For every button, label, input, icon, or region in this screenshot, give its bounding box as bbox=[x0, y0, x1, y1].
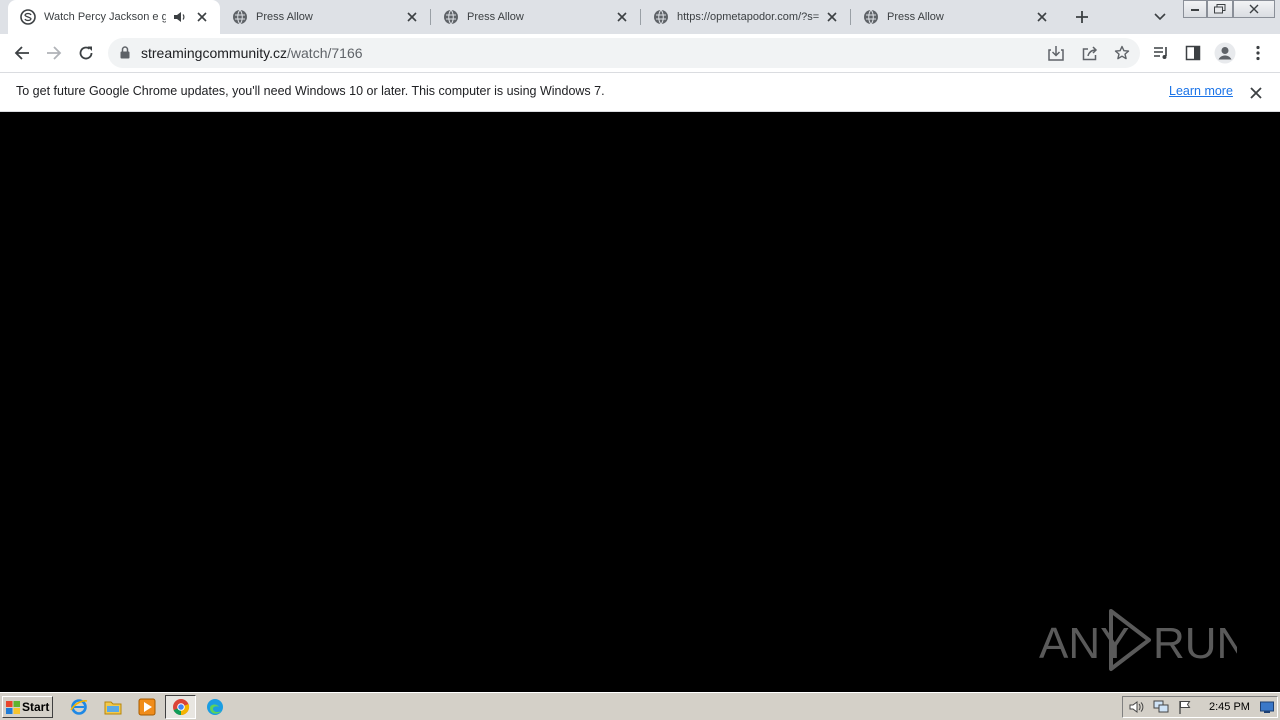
clock[interactable]: 2:45 PM bbox=[1209, 701, 1250, 713]
reload-button[interactable] bbox=[74, 41, 98, 65]
globe-icon bbox=[653, 9, 669, 25]
windows-logo-icon bbox=[6, 700, 20, 714]
tab-strip: Watch Percy Jackson e gli Press Allow Pr… bbox=[0, 0, 1280, 34]
browser-toolbar: streamingcommunity.cz/watch/7166 bbox=[0, 34, 1280, 72]
back-button[interactable] bbox=[10, 41, 34, 65]
url-text[interactable]: streamingcommunity.cz/watch/7166 bbox=[141, 45, 363, 61]
internet-explorer-icon[interactable] bbox=[69, 697, 89, 717]
restore-button[interactable] bbox=[1207, 0, 1233, 18]
install-app-icon[interactable] bbox=[1048, 45, 1064, 64]
media-player-icon[interactable] bbox=[137, 697, 157, 717]
globe-icon bbox=[863, 9, 879, 25]
profile-avatar-icon[interactable] bbox=[1213, 41, 1237, 65]
edge-icon[interactable] bbox=[205, 697, 225, 717]
url-path: /watch/7166 bbox=[287, 45, 363, 61]
watermark-left-text: ANY bbox=[1039, 619, 1129, 668]
streamingcommunity-logo-icon bbox=[20, 9, 36, 25]
system-tray: 2:45 PM bbox=[1122, 696, 1278, 718]
tab-title: Press Allow bbox=[887, 11, 944, 23]
infobar-message: To get future Google Chrome updates, you… bbox=[16, 84, 605, 98]
bookmark-star-icon[interactable] bbox=[1114, 45, 1130, 64]
anyrun-watermark: ANY RUN bbox=[1039, 609, 1237, 671]
address-bar[interactable]: streamingcommunity.cz/watch/7166 bbox=[108, 38, 1140, 68]
start-button[interactable]: Start bbox=[2, 696, 53, 718]
chrome-icon bbox=[172, 698, 190, 716]
close-tab-icon[interactable] bbox=[194, 9, 210, 25]
tab-search-chevron-icon[interactable] bbox=[1151, 9, 1169, 25]
close-tab-icon[interactable] bbox=[614, 9, 630, 25]
globe-icon bbox=[443, 9, 459, 25]
minimize-button[interactable] bbox=[1183, 0, 1207, 18]
chrome-taskbar-button[interactable] bbox=[165, 695, 196, 719]
url-domain: streamingcommunity.cz bbox=[141, 45, 288, 61]
tab-press-allow-1[interactable]: Press Allow bbox=[220, 0, 430, 34]
speaker-icon[interactable] bbox=[172, 9, 188, 25]
lock-icon[interactable] bbox=[120, 46, 130, 62]
tab-title: Press Allow bbox=[467, 11, 524, 23]
tab-press-allow-3[interactable]: Press Allow bbox=[851, 0, 1060, 34]
tab-title: Watch Percy Jackson e gli bbox=[44, 11, 166, 23]
volume-icon[interactable] bbox=[1129, 700, 1145, 717]
action-center-flag-icon[interactable] bbox=[1178, 700, 1192, 717]
media-control-icon[interactable] bbox=[1149, 41, 1173, 65]
close-tab-icon[interactable] bbox=[824, 9, 840, 25]
tab-title: Press Allow bbox=[256, 11, 313, 23]
tab-opmetapodor[interactable]: https://opmetapodor.com/?s= bbox=[641, 0, 850, 34]
show-desktop-icon[interactable] bbox=[1260, 700, 1274, 717]
close-icon[interactable] bbox=[1247, 84, 1265, 102]
tab-title: https://opmetapodor.com/?s= bbox=[677, 11, 820, 23]
update-infobar: To get future Google Chrome updates, you… bbox=[0, 72, 1280, 112]
new-tab-button[interactable] bbox=[1072, 7, 1092, 27]
side-panel-icon[interactable] bbox=[1181, 41, 1205, 65]
watermark-right-text: RUN bbox=[1153, 619, 1237, 668]
chrome-menu-icon[interactable] bbox=[1246, 41, 1270, 65]
page-content[interactable] bbox=[0, 112, 1280, 692]
network-icon[interactable] bbox=[1153, 700, 1169, 717]
close-window-button[interactable] bbox=[1233, 0, 1275, 18]
close-tab-icon[interactable] bbox=[404, 9, 420, 25]
start-label: Start bbox=[22, 700, 50, 714]
learn-more-link[interactable]: Learn more bbox=[1169, 84, 1233, 98]
close-tab-icon[interactable] bbox=[1034, 9, 1050, 25]
windows-taskbar: Start 2:45 PM bbox=[0, 692, 1280, 720]
forward-button[interactable] bbox=[42, 41, 66, 65]
file-explorer-icon[interactable] bbox=[103, 697, 123, 717]
globe-icon bbox=[232, 9, 248, 25]
tab-active[interactable]: Watch Percy Jackson e gli bbox=[8, 0, 220, 34]
share-icon[interactable] bbox=[1082, 45, 1098, 64]
tab-press-allow-2[interactable]: Press Allow bbox=[431, 0, 640, 34]
